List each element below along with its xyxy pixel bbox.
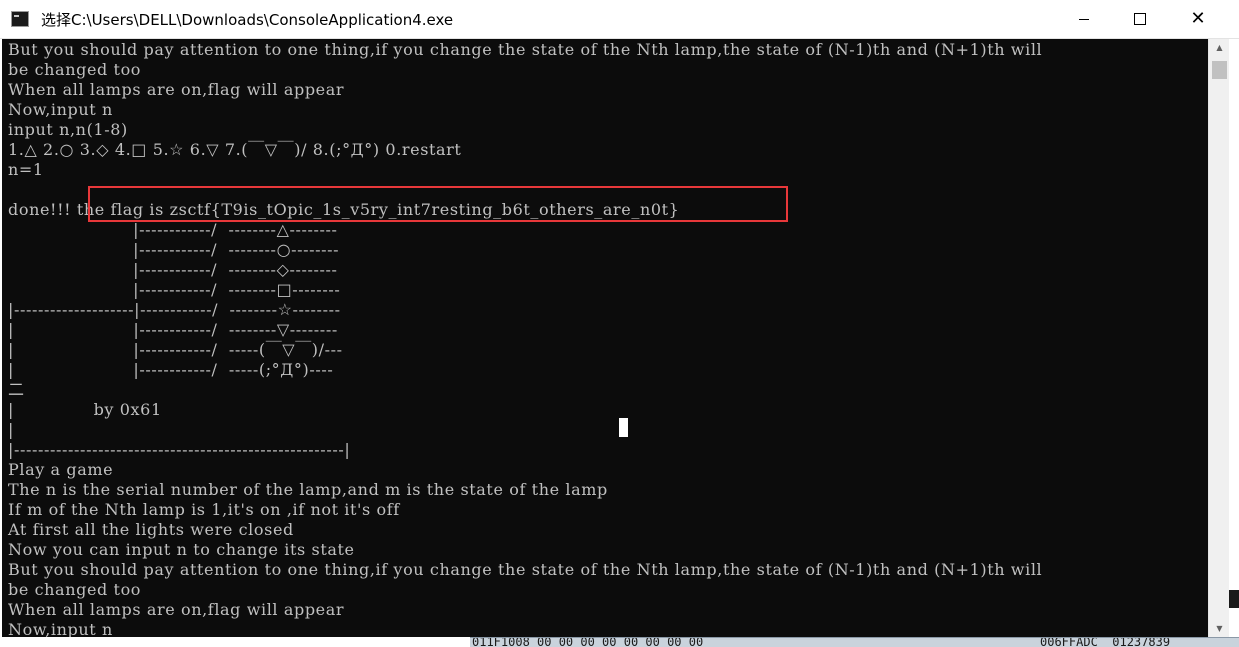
vertical-scrollbar[interactable]: ▲ ▼ — [1208, 39, 1230, 637]
console-output-area[interactable]: But you should pay attention to one thin… — [2, 39, 1208, 637]
console-line: Now you can input n to change its state — [8, 540, 355, 559]
maximize-icon — [1134, 13, 1146, 25]
desktop-edge — [1229, 39, 1239, 647]
console-line: input n,n(1-8) — [8, 120, 128, 139]
console-line: The n is the serial number of the lamp,a… — [8, 480, 608, 499]
close-icon: ✕ — [1190, 8, 1206, 29]
console-line: When all lamps are on,flag will appear — [8, 80, 345, 99]
console-line: | |------------/ -----(;°Д°)---- — [8, 360, 334, 379]
console-line: |------------/ --------○-------- — [8, 240, 340, 259]
console-line: | by 0x61 — [8, 400, 162, 419]
console-window: 选择C:\Users\DELL\Downloads\ConsoleApplica… — [0, 0, 1239, 647]
console-line: |---------------------------------------… — [8, 440, 351, 459]
console-line: |------------/ --------□-------- — [8, 280, 341, 299]
console-line: | |------------/ -----(￣▽￣)/--- — [8, 340, 343, 359]
minimize-button[interactable] — [1061, 0, 1107, 38]
background-register-value: 006FFADC 01237839 — [1040, 637, 1171, 647]
scroll-down-arrow-icon[interactable]: ▼ — [1209, 620, 1230, 637]
console-line: If m of the Nth lamp is 1,it's on ,if no… — [8, 500, 400, 519]
minimize-icon — [1079, 18, 1089, 20]
console-line: be changed too — [8, 580, 142, 599]
console-line: When all lamps are on,flag will appear — [8, 600, 345, 619]
console-app-icon — [11, 11, 29, 27]
window-title: 选择C:\Users\DELL\Downloads\ConsoleApplica… — [41, 11, 454, 29]
console-line: But you should pay attention to one thin… — [8, 40, 1043, 59]
background-app-edge — [1229, 590, 1239, 608]
maximize-button[interactable] — [1117, 0, 1163, 38]
text-cursor — [619, 418, 628, 437]
console-line: n=1 — [8, 160, 44, 179]
background-memory-dump: 011F1008 00 00 00 00 00 00 00 00 — [472, 637, 704, 647]
console-line: Play a game — [8, 460, 114, 479]
title-bar[interactable]: 选择C:\Users\DELL\Downloads\ConsoleApplica… — [0, 0, 1239, 39]
console-line: | — [8, 420, 14, 439]
scroll-thumb[interactable] — [1212, 61, 1227, 79]
background-debugger-window: 011F1008 00 00 00 00 00 00 00 00 006FFAD… — [470, 637, 1239, 647]
console-line: 1.△ 2.○ 3.◇ 4.□ 5.☆ 6.▽ 7.(￣▽￣)/ 8.(;°Д°… — [8, 140, 462, 159]
console-line: | |------------/ --------▽-------- — [8, 320, 338, 339]
close-button[interactable]: ✕ — [1175, 0, 1221, 38]
console-line: 二 — [8, 380, 25, 399]
console-line: Now,input n — [8, 100, 113, 119]
console-text: But you should pay attention to one thin… — [8, 40, 1042, 637]
flag-highlight-box — [88, 186, 788, 222]
console-line: |------------/ --------△-------- — [8, 220, 338, 239]
console-line: be changed too — [8, 60, 142, 79]
console-line: Now,input n — [8, 620, 113, 637]
console-line: |--------------------|------------/ ----… — [8, 300, 341, 319]
scroll-up-arrow-icon[interactable]: ▲ — [1209, 39, 1230, 56]
console-line: But you should pay attention to one thin… — [8, 560, 1043, 579]
console-line: At first all the lights were closed — [8, 520, 294, 539]
console-line: |------------/ --------◇-------- — [8, 260, 338, 279]
